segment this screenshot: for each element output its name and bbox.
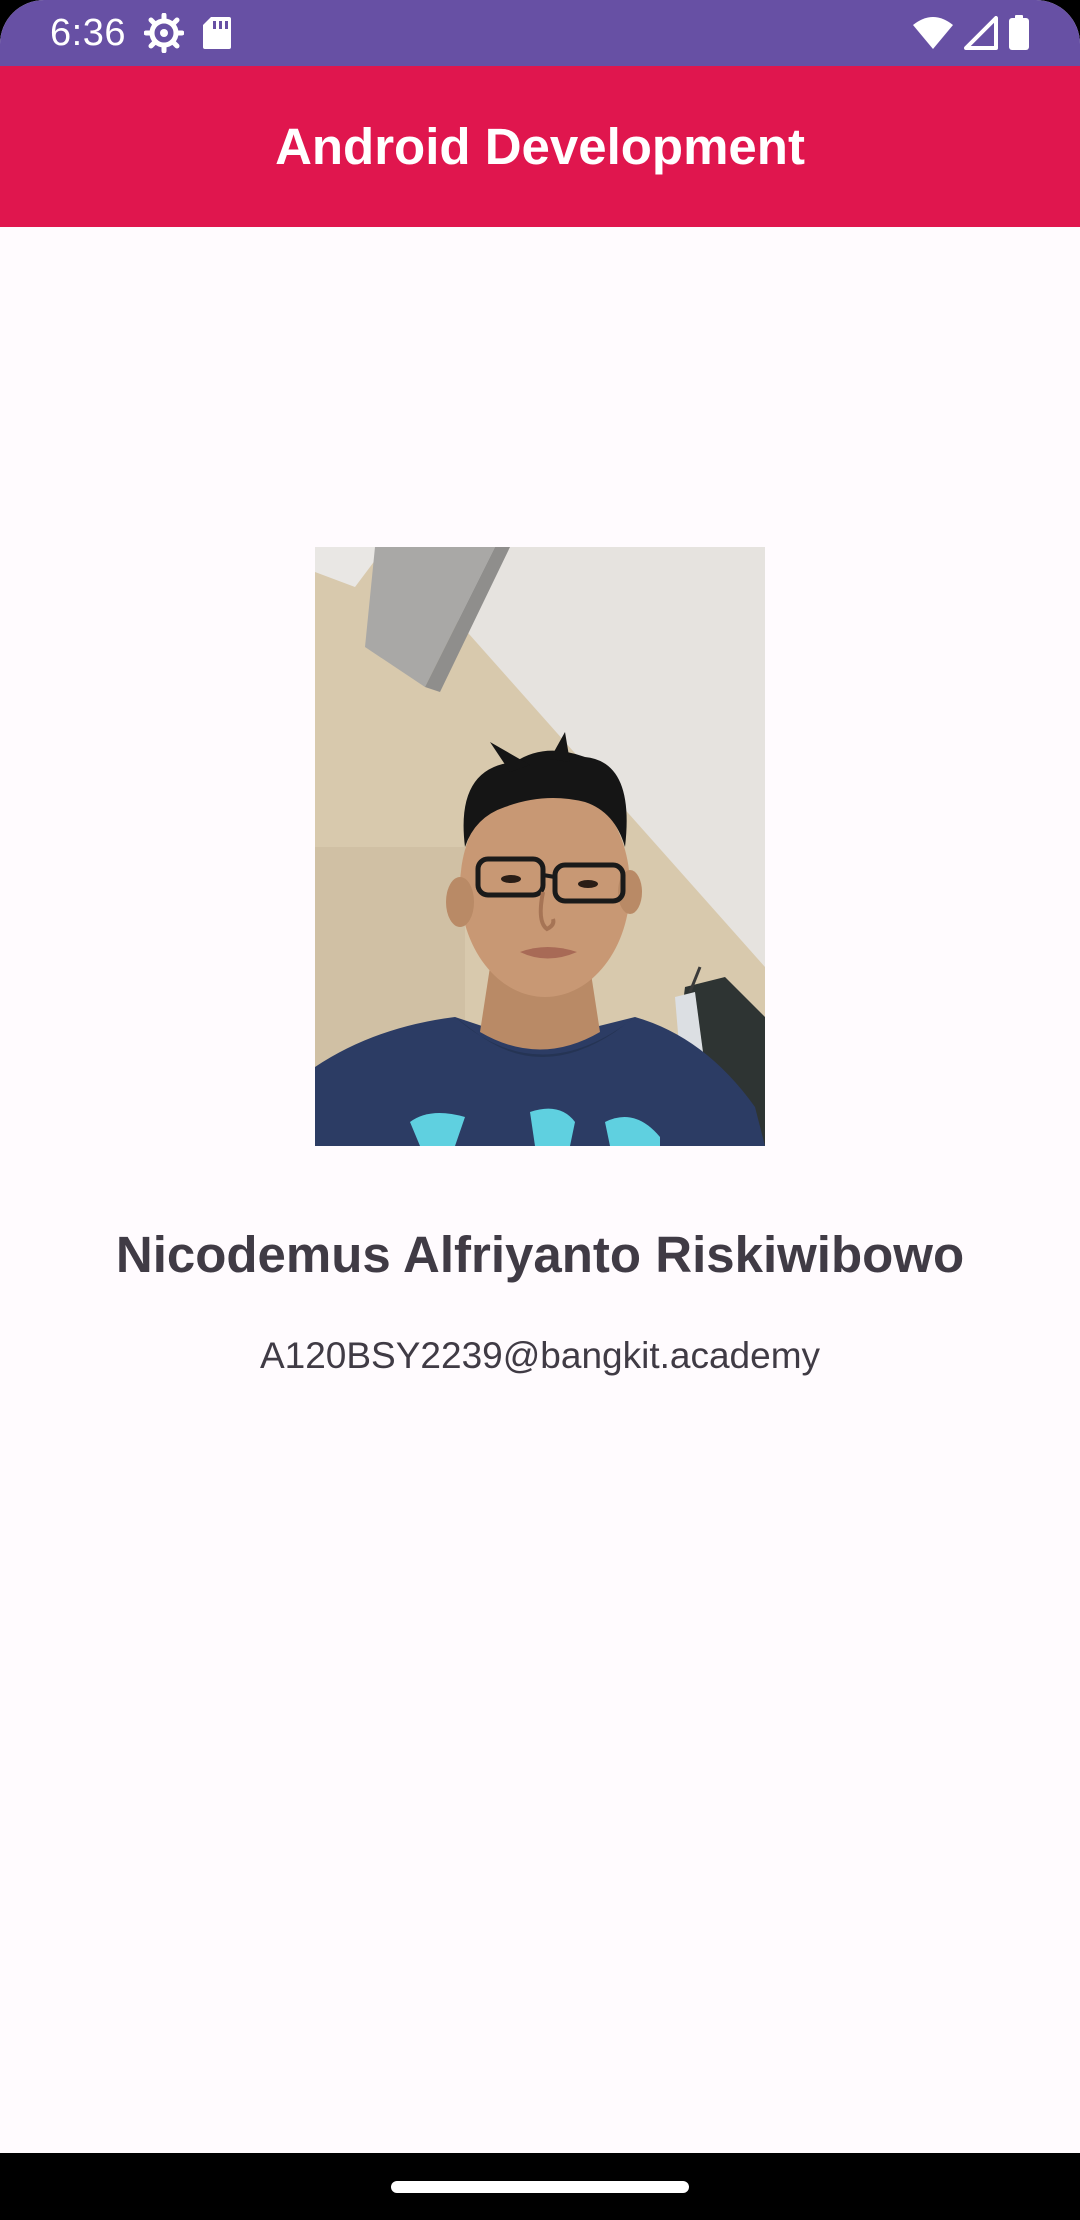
app-title: Android Development [275,118,805,175]
profile-photo [315,547,765,1146]
status-bar: 6:36 [0,0,1080,66]
status-time: 6:36 [50,11,126,54]
sd-card-icon [202,15,232,51]
top-app-bar: Android Development [0,66,1080,227]
profile-name: Nicodemus Alfriyanto Riskiwibowo [115,1226,965,1283]
wifi-icon [912,16,954,50]
battery-icon [1008,15,1030,51]
app-screen: 6:36 Android Development Nicodemus Alfri… [0,0,1080,2220]
profile-email: A120BSY2239@bangkit.academy [259,1335,821,1376]
status-bar-right [912,15,1030,51]
cell-signal-icon [964,16,998,50]
home-gesture-handle[interactable] [391,2181,689,2193]
settings-gear-icon [143,13,184,53]
status-bar-left: 6:36 [50,12,232,55]
navigation-bar [0,2153,1080,2220]
